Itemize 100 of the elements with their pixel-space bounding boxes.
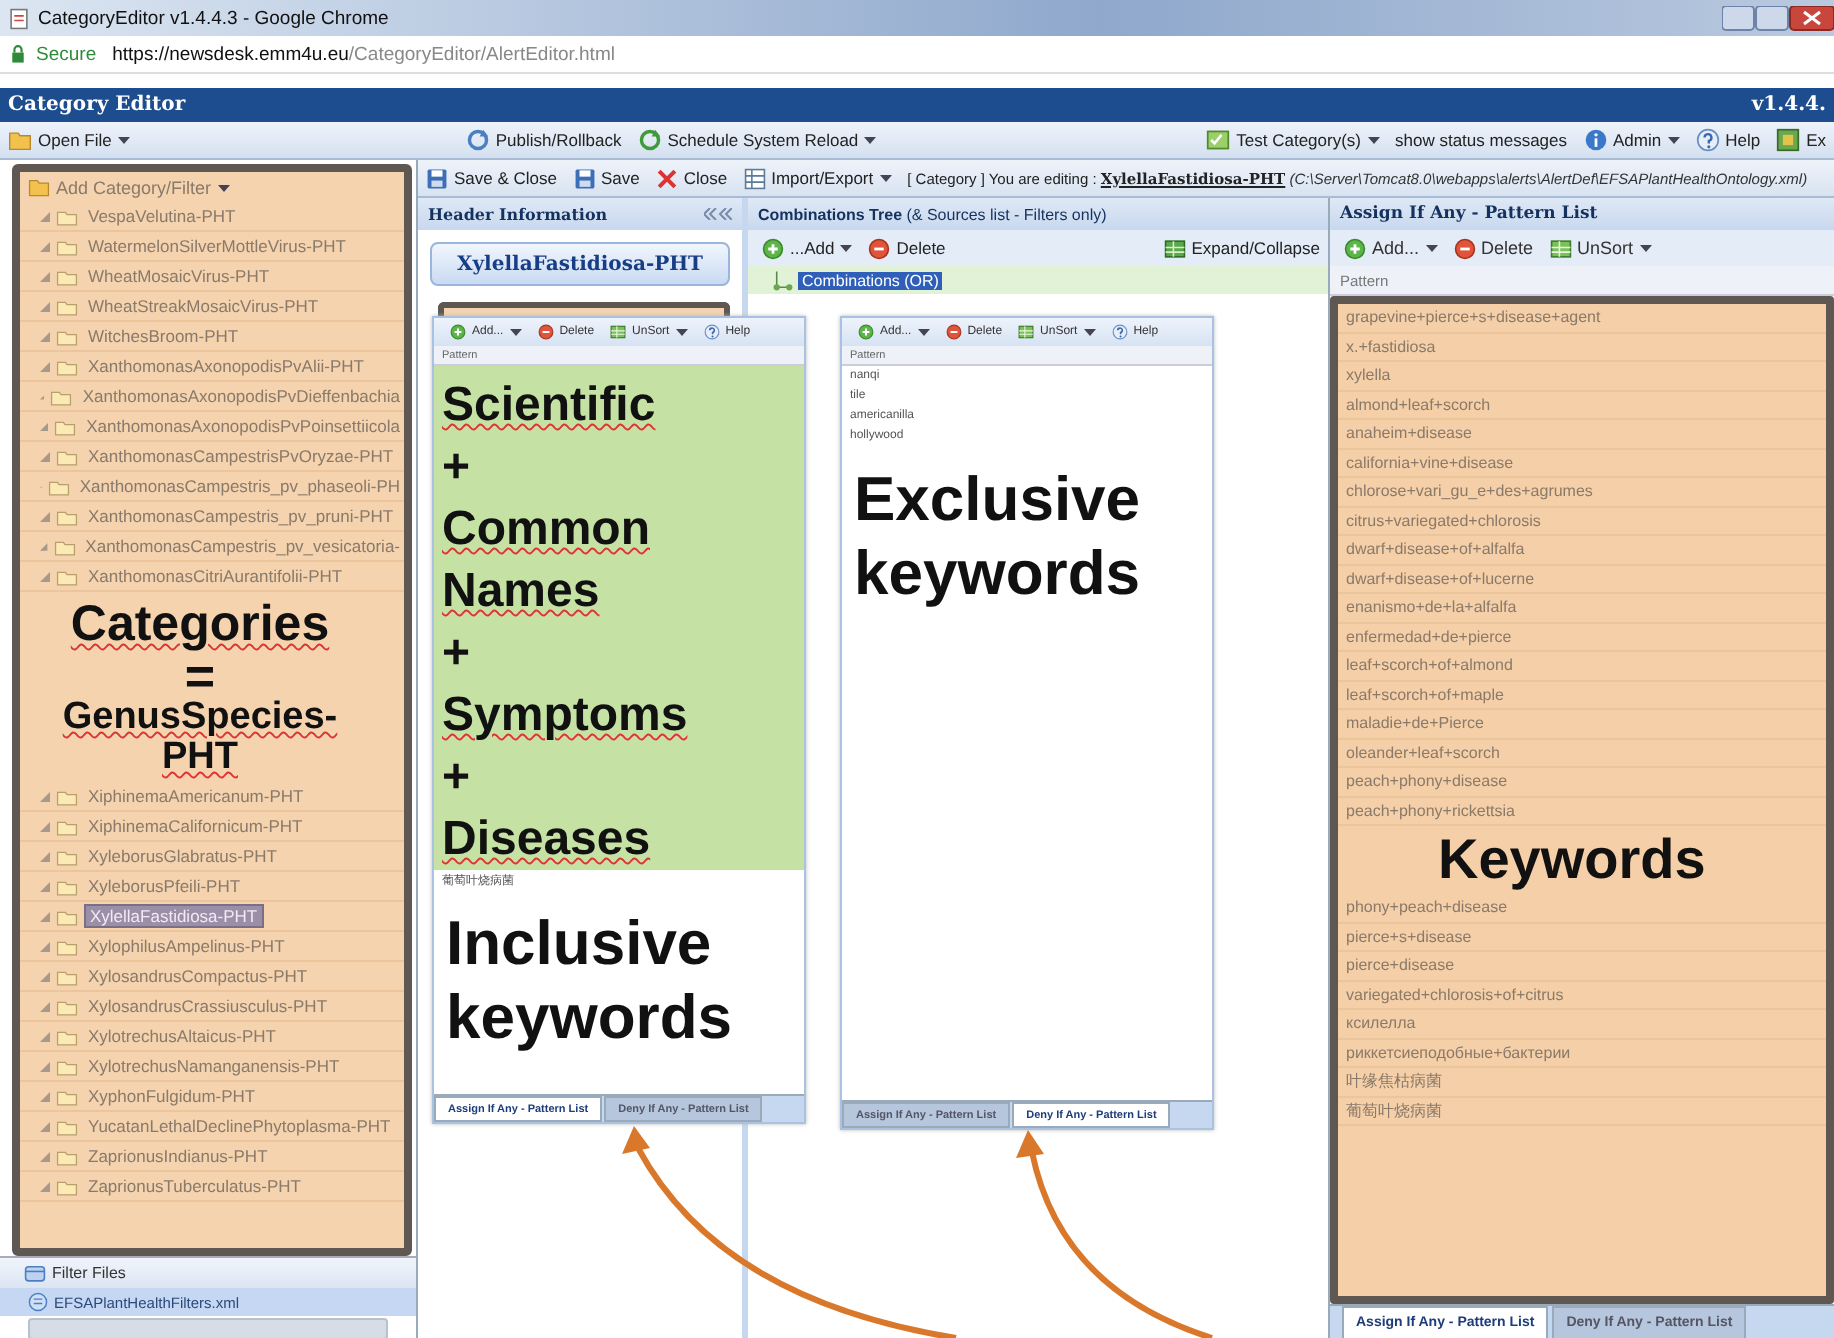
- import-export-button[interactable]: Import/Export: [735, 160, 900, 196]
- pattern-row[interactable]: citrus+variegated+chlorosis: [1338, 507, 1826, 536]
- pattern-row[interactable]: enfermedad+de+pierce: [1338, 623, 1826, 652]
- tree-item[interactable]: XanthomonasCampestrisPvOryzae-PHT: [84, 446, 398, 466]
- tree-item[interactable]: ZaprionusTuberculatus-PHT: [84, 1176, 305, 1196]
- expand-arrow-icon[interactable]: [40, 271, 50, 281]
- unsort-button[interactable]: UnSort: [1541, 230, 1660, 266]
- expand-arrow-icon[interactable]: [40, 331, 50, 341]
- tree-item[interactable]: XanthomonasAxonopodisPvPoinsettiicola: [82, 416, 404, 436]
- window-controls-icon[interactable]: [1722, 5, 1834, 31]
- expand-arrow-icon[interactable]: [40, 421, 49, 431]
- pattern-row[interactable]: риккетсиеподобные+бактерии: [1338, 1039, 1826, 1068]
- tree-item[interactable]: XanthomonasCampestris_pv_phaseoli-PH: [75, 476, 404, 496]
- collapse-icon[interactable]: [704, 208, 732, 220]
- expand-arrow-icon[interactable]: [40, 1031, 50, 1041]
- pattern-row[interactable]: 葡萄叶烧病菌: [1338, 1097, 1826, 1126]
- pattern-row[interactable]: anaheim+disease: [1338, 420, 1826, 449]
- expand-arrow-icon[interactable]: [40, 1091, 50, 1101]
- toolbar-button[interactable]: show status messages: [1387, 122, 1575, 158]
- tree-item[interactable]: WheatStreakMosaicVirus-PHT: [84, 296, 323, 316]
- tree-item[interactable]: XanthomonasCampestris_pv_vesicatoria-: [81, 536, 404, 556]
- pattern-row[interactable]: almond+leaf+scorch: [1338, 391, 1826, 420]
- save-button[interactable]: Save & Close: [418, 160, 565, 196]
- tree-item[interactable]: XanthomonasCitriAurantifolii-PHT: [84, 566, 347, 586]
- scrollbar[interactable]: [28, 1318, 388, 1338]
- pattern-row[interactable]: maladie+de+Pierce: [1338, 710, 1826, 739]
- tree-item[interactable]: VespaVelutina-PHT: [84, 206, 240, 226]
- save-button[interactable]: Save: [565, 160, 648, 196]
- pattern-row[interactable]: xylella: [1338, 362, 1826, 391]
- open-file-button[interactable]: Open File: [0, 122, 138, 158]
- reload-button[interactable]: Schedule System Reload: [629, 122, 885, 158]
- expand-arrow-icon[interactable]: [40, 971, 50, 981]
- tree-item[interactable]: YucatanLethalDeclinePhytoplasma-PHT: [84, 1116, 395, 1136]
- expand-arrow-icon[interactable]: [40, 791, 50, 801]
- pattern-row[interactable]: peach+phony+rickettsia: [1338, 797, 1826, 826]
- expand-arrow-icon[interactable]: [40, 241, 50, 251]
- pattern-row[interactable]: ксилелла: [1338, 1010, 1826, 1039]
- tree-item[interactable]: XylotrechusAltaicus-PHT: [84, 1026, 281, 1046]
- add-button[interactable]: ...Add: [754, 230, 861, 266]
- tree-item[interactable]: XanthomonasAxonopodisPvDieffenbachia: [78, 386, 404, 406]
- pattern-row[interactable]: enanismo+de+la+alfalfa: [1338, 594, 1826, 623]
- test-button[interactable]: Test Category(s): [1198, 122, 1388, 158]
- tree-item[interactable]: WitchesBroom-PHT: [84, 326, 243, 346]
- pattern-row[interactable]: oleander+leaf+scorch: [1338, 739, 1826, 768]
- tree-item[interactable]: WatermelonSilverMottleVirus-PHT: [84, 236, 350, 256]
- expand-arrow-icon[interactable]: [40, 941, 50, 951]
- expand-arrow-icon[interactable]: [40, 451, 50, 461]
- pattern-row[interactable]: chlorose+vari_gu_e+des+agrumes: [1338, 478, 1826, 507]
- expand-arrow-icon[interactable]: [40, 571, 50, 581]
- expand-arrow-icon[interactable]: [40, 1121, 50, 1131]
- pattern-row[interactable]: leaf+scorch+of+almond: [1338, 652, 1826, 681]
- tree-item[interactable]: WheatMosaicVirus-PHT: [84, 266, 274, 286]
- exit-button[interactable]: Ex: [1768, 122, 1834, 158]
- pattern-row[interactable]: x.+fastidiosa: [1338, 333, 1826, 362]
- tree-item[interactable]: ZaprionusIndianus-PHT: [84, 1146, 272, 1166]
- tree-item[interactable]: XylotrechusNamanganensis-PHT: [84, 1056, 344, 1076]
- url-text[interactable]: https://newsdesk.emm4u.eu/CategoryEditor/AlertEditor.html: [112, 43, 615, 65]
- tree-node[interactable]: Combinations (OR): [798, 271, 943, 289]
- pattern-row[interactable]: pierce+s+disease: [1338, 923, 1826, 952]
- help-button[interactable]: Help: [1687, 122, 1769, 158]
- tree-item[interactable]: XyphonFulgidum-PHT: [84, 1086, 260, 1106]
- tree-item[interactable]: XanthomonasCampestris_pv_pruni-PHT: [84, 506, 398, 526]
- admin-button[interactable]: Admin: [1575, 122, 1688, 158]
- category-button[interactable]: XylellaFastidiosa-PHT: [430, 242, 730, 286]
- expand-arrow-icon[interactable]: [40, 541, 48, 551]
- tree-item[interactable]: XyleborusGlabratus-PHT: [84, 846, 281, 866]
- add-category-button[interactable]: Add Category/Filter: [20, 172, 404, 202]
- expand-arrow-icon[interactable]: [40, 301, 50, 311]
- tree-item[interactable]: XylophilusAmpelinus-PHT: [84, 936, 289, 956]
- expand-arrow-icon[interactable]: [40, 361, 50, 371]
- tree-item[interactable]: XylellaFastidiosa-PHT: [84, 904, 264, 928]
- expand-arrow-icon[interactable]: [40, 511, 50, 521]
- pattern-row[interactable]: phony+peach+disease: [1338, 894, 1826, 923]
- tree-item[interactable]: XanthomonasAxonopodisPvAlii-PHT: [84, 356, 368, 376]
- delete-button[interactable]: Delete: [860, 230, 954, 266]
- pattern-row[interactable]: pierce+disease: [1338, 952, 1826, 981]
- delete-button[interactable]: Delete: [1445, 230, 1542, 266]
- expand-arrow-icon[interactable]: [40, 1181, 50, 1191]
- expand-arrow-icon[interactable]: [40, 1151, 50, 1161]
- expand-arrow-icon[interactable]: [40, 1061, 50, 1071]
- pattern-row[interactable]: leaf+scorch+of+maple: [1338, 681, 1826, 710]
- pattern-row[interactable]: california+vine+disease: [1338, 449, 1826, 478]
- pattern-row[interactable]: 叶缘焦枯病菌: [1338, 1068, 1826, 1097]
- tree-item[interactable]: XyleborusPfeili-PHT: [84, 876, 245, 896]
- expand-arrow-icon[interactable]: [40, 851, 50, 861]
- pattern-row[interactable]: variegated+chlorosis+of+citrus: [1338, 981, 1826, 1010]
- tree-item[interactable]: XiphinemaAmericanum-PHT: [84, 786, 308, 806]
- add-button[interactable]: Add...: [1336, 230, 1446, 266]
- close-button[interactable]: Close: [647, 160, 736, 196]
- pattern-row[interactable]: dwarf+disease+of+alfalfa: [1338, 536, 1826, 565]
- tree-item[interactable]: XiphinemaCalifornicum-PHT: [84, 816, 307, 836]
- expand-arrow-icon[interactable]: [40, 211, 50, 221]
- pattern-row[interactable]: dwarf+disease+of+lucerne: [1338, 565, 1826, 594]
- expand-arrow-icon[interactable]: [40, 881, 50, 891]
- pattern-row[interactable]: grapevine+pierce+s+disease+agent: [1338, 304, 1826, 333]
- tree-item[interactable]: XylosandrusCrassiusculus-PHT: [84, 996, 332, 1016]
- expand-collapse-button[interactable]: Expand/Collapse: [1155, 230, 1328, 266]
- publish-button[interactable]: Publish/Rollback: [457, 122, 630, 158]
- expand-arrow-icon[interactable]: [40, 1001, 50, 1011]
- pattern-row[interactable]: peach+phony+disease: [1338, 768, 1826, 797]
